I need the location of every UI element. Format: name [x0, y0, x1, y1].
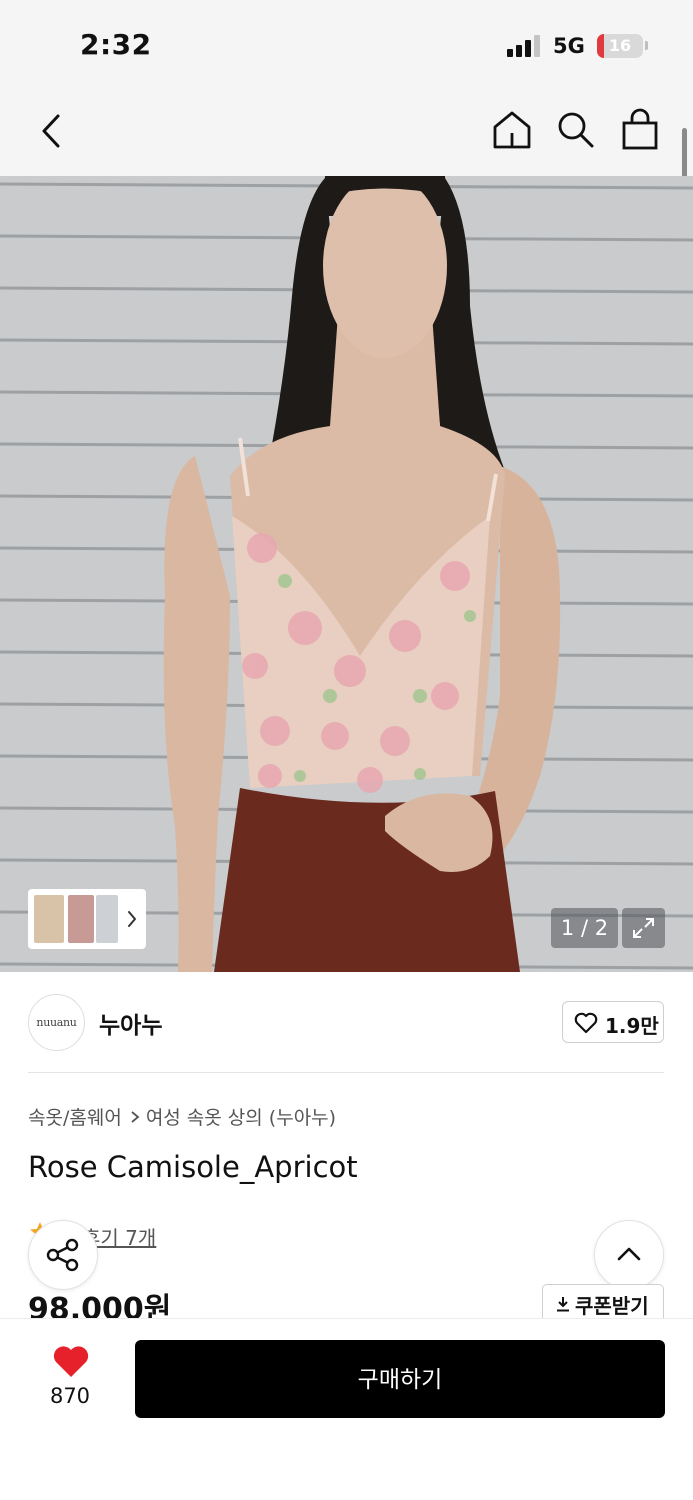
- thumbnail-strip[interactable]: [28, 889, 146, 949]
- chevron-right-icon[interactable]: [126, 909, 138, 929]
- brand-name[interactable]: 누아누: [99, 1006, 162, 1040]
- network-type: 5G: [553, 34, 585, 58]
- brand-like-count: 1.9만: [605, 1014, 659, 1038]
- divider: [28, 1072, 664, 1073]
- coupon-button[interactable]: 쿠폰받기: [542, 1284, 664, 1322]
- buy-button[interactable]: 구매하기: [135, 1340, 665, 1418]
- heart-filled-icon[interactable]: [52, 1345, 90, 1379]
- home-icon[interactable]: [491, 109, 533, 151]
- breadcrumb-item-category[interactable]: 속옷/홈웨어: [28, 1107, 122, 1129]
- status-bar: 2:32 5G 16: [0, 0, 693, 90]
- product-title: Rose Camisole_Apricot: [28, 1150, 358, 1184]
- signal-icon: [507, 35, 543, 57]
- heart-outline-icon: [574, 1012, 598, 1034]
- status-time: 2:32: [80, 28, 152, 61]
- product-photo: [0, 176, 693, 972]
- brand-logo[interactable]: nuuanu: [28, 994, 85, 1051]
- share-icon: [46, 1238, 79, 1272]
- back-arrow-icon[interactable]: [38, 112, 64, 150]
- scroll-to-top-button[interactable]: [594, 1220, 664, 1290]
- chevron-right-icon: [131, 1111, 140, 1123]
- image-page-counter: 1 / 2: [551, 908, 618, 948]
- thumbnail-image[interactable]: [96, 895, 118, 943]
- breadcrumb-item-subcategory[interactable]: 여성 속옷 상의 (누아누): [146, 1107, 336, 1129]
- battery-level: 16: [608, 36, 632, 55]
- download-icon: [557, 1297, 569, 1312]
- thumbnail-image[interactable]: [68, 895, 94, 943]
- battery-icon: 16: [597, 34, 643, 58]
- battery-tip: [645, 41, 648, 50]
- wish-count: 870: [49, 1384, 91, 1408]
- thumbnail-image[interactable]: [34, 895, 64, 943]
- product-image-gallery[interactable]: 1 / 2: [0, 176, 693, 972]
- top-nav-bar: [0, 90, 693, 176]
- shopping-bag-icon[interactable]: [620, 107, 660, 151]
- breadcrumb: 속옷/홈웨어 여성 속옷 상의 (누아누): [28, 1103, 336, 1130]
- share-button[interactable]: [28, 1220, 98, 1290]
- brand-like-button[interactable]: 1.9만: [562, 1001, 664, 1043]
- expand-button[interactable]: [622, 908, 665, 948]
- expand-icon: [633, 918, 654, 938]
- chevron-up-icon: [617, 1247, 641, 1261]
- coupon-label: 쿠폰받기: [575, 1294, 649, 1318]
- search-icon[interactable]: [556, 109, 596, 151]
